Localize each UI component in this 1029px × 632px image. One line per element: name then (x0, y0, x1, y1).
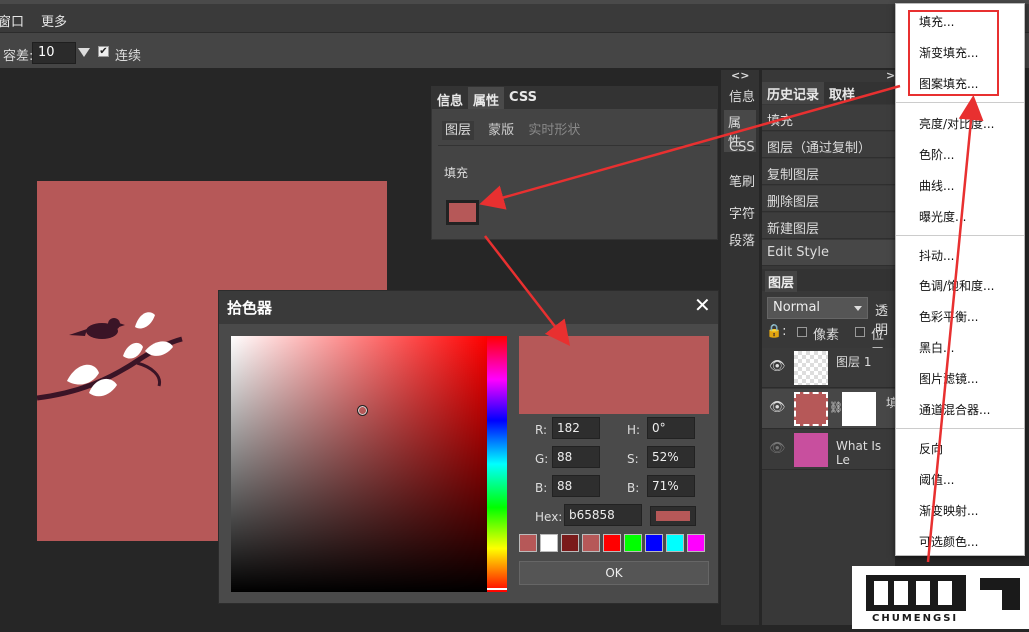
annotation-arrows (479, 84, 984, 563)
arrow-to-menu (926, 95, 984, 563)
watermark-text: CHUMENGSI (872, 613, 959, 624)
arrow-to-preview (484, 235, 571, 346)
arrow-to-fill-swatch (479, 84, 901, 210)
watermark-logo: CHUMENGSI (852, 566, 1029, 629)
